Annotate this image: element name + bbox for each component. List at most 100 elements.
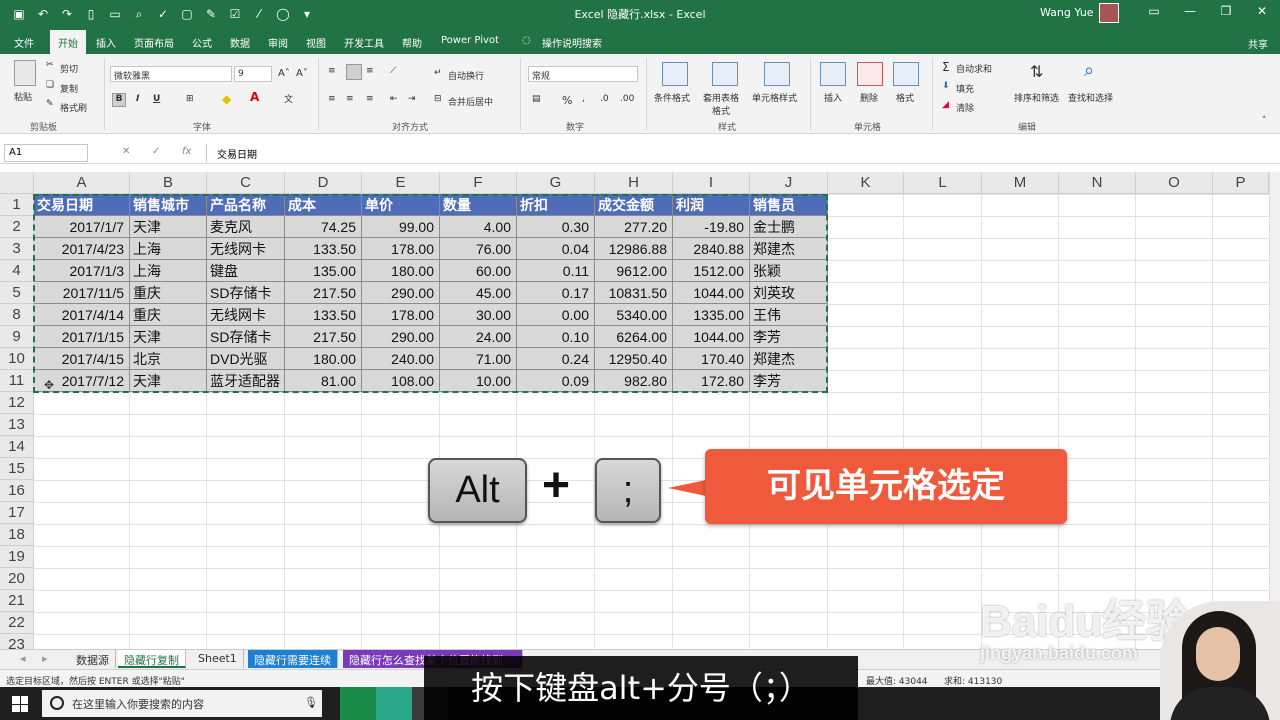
align-middle-icon[interactable] [346, 64, 362, 80]
paste-icon[interactable] [14, 60, 36, 86]
row-header[interactable]: 8 [0, 304, 34, 326]
tab-developer[interactable]: 开发工具 [344, 35, 384, 50]
table-cell[interactable]: 2017/11/5 [34, 282, 130, 304]
taskbar-app-icon[interactable] [340, 687, 376, 720]
table-header-cell[interactable]: 成本 [285, 194, 362, 216]
table-cell[interactable]: 180.00 [362, 260, 440, 282]
table-cell[interactable]: 键盘 [207, 260, 285, 282]
table-cell[interactable]: 172.80 [673, 370, 750, 392]
table-cell[interactable]: 10.00 [440, 370, 517, 392]
delete-cells-button[interactable]: 删除 [860, 91, 878, 104]
table-cell[interactable]: 天津 [130, 216, 207, 238]
table-cell[interactable]: 240.00 [362, 348, 440, 370]
table-cell[interactable]: 0.11 [517, 260, 595, 282]
table-cell[interactable]: 重庆 [130, 304, 207, 326]
table-cell[interactable]: 0.17 [517, 282, 595, 304]
find-icon[interactable]: ⌕ [1084, 60, 1094, 81]
table-cell[interactable]: 982.80 [595, 370, 673, 392]
table-cell[interactable]: 上海 [130, 238, 207, 260]
sheet-tab[interactable]: Sheet1 [192, 650, 244, 668]
phonetic-icon[interactable]: 文 [284, 92, 293, 105]
table-cell[interactable]: 133.50 [285, 304, 362, 326]
table-header-cell[interactable]: 利润 [673, 194, 750, 216]
table-cell[interactable]: 217.50 [285, 326, 362, 348]
table-cell[interactable]: 180.00 [285, 348, 362, 370]
table-cell[interactable]: 2017/1/7 [34, 216, 130, 238]
table-cell[interactable]: 1512.00 [673, 260, 750, 282]
column-header[interactable]: I [673, 172, 750, 194]
table-cell[interactable]: 郑建杰 [750, 348, 828, 370]
shrink-font-icon[interactable]: A˅ [296, 68, 308, 79]
tab-help[interactable]: 帮助 [402, 35, 422, 50]
table-header-cell[interactable]: 单价 [362, 194, 440, 216]
column-header[interactable]: D [285, 172, 362, 194]
table-cell[interactable]: 24.00 [440, 326, 517, 348]
column-header[interactable]: K [828, 172, 904, 194]
table-cell[interactable]: 重庆 [130, 282, 207, 304]
windows-start-icon[interactable] [12, 696, 28, 712]
row-header[interactable]: 21 [0, 590, 34, 612]
conditional-format-button[interactable]: 条件格式 [654, 91, 690, 104]
insert-cells-icon[interactable] [820, 62, 846, 86]
column-header[interactable]: L [904, 172, 982, 194]
table-cell[interactable]: 郑建杰 [750, 238, 828, 260]
row-header[interactable]: 13 [0, 414, 34, 436]
close-icon[interactable]: ✕ [1244, 4, 1280, 18]
vertical-scrollbar[interactable] [1269, 172, 1280, 648]
table-cell[interactable]: 无线网卡 [207, 304, 285, 326]
row-header[interactable]: 15 [0, 458, 34, 480]
table-cell[interactable]: 217.50 [285, 282, 362, 304]
row-header[interactable]: 2 [0, 216, 34, 238]
table-cell[interactable]: 74.25 [285, 216, 362, 238]
restore-icon[interactable]: ❐ [1208, 4, 1244, 18]
delete-cells-icon[interactable] [857, 62, 883, 86]
table-cell[interactable]: 李芳 [750, 326, 828, 348]
table-cell[interactable]: 2840.88 [673, 238, 750, 260]
wrap-text-button[interactable]: 自动换行 [448, 69, 484, 82]
table-cell[interactable]: 45.00 [440, 282, 517, 304]
table-cell[interactable]: 12950.40 [595, 348, 673, 370]
column-header[interactable]: E [362, 172, 440, 194]
fill-down-icon[interactable]: ⬇ [942, 81, 950, 91]
tab-file[interactable]: 文件 [14, 35, 34, 50]
align-center-icon[interactable]: ≡ [346, 94, 354, 104]
row-header[interactable]: 20 [0, 568, 34, 590]
table-cell[interactable]: 99.00 [362, 216, 440, 238]
table-header-cell[interactable]: 数量 [440, 194, 517, 216]
fill-color-icon[interactable]: ◆ [222, 92, 231, 106]
table-cell[interactable]: 0.04 [517, 238, 595, 260]
row-header[interactable]: 17 [0, 502, 34, 524]
copy-button[interactable]: 复制 [60, 82, 78, 95]
table-cell[interactable]: 12986.88 [595, 238, 673, 260]
table-cell[interactable]: 4.00 [440, 216, 517, 238]
table-cell[interactable]: 0.24 [517, 348, 595, 370]
find-select-button[interactable]: 查找和选择 [1068, 91, 1113, 104]
format-painter-icon[interactable]: ✎ [46, 99, 54, 109]
table-cell[interactable]: 无线网卡 [207, 238, 285, 260]
table-cell[interactable]: 290.00 [362, 282, 440, 304]
column-header[interactable]: B [130, 172, 207, 194]
table-cell[interactable]: 蓝牙适配器 [207, 370, 285, 392]
percent-button[interactable]: % [562, 94, 572, 107]
table-cell[interactable]: 60.00 [440, 260, 517, 282]
table-cell[interactable]: DVD光驱 [207, 348, 285, 370]
table-cell[interactable]: 0.00 [517, 304, 595, 326]
table-cell[interactable]: 135.00 [285, 260, 362, 282]
taskbar-search[interactable]: 在这里输入你要搜索的内容 🎙 [42, 690, 322, 717]
tab-view[interactable]: 视图 [306, 35, 326, 50]
microphone-icon[interactable]: 🎙 [304, 696, 318, 709]
font-size-select[interactable]: 9 [234, 66, 272, 82]
avatar[interactable] [1099, 3, 1119, 23]
ribbon-display-icon[interactable]: ▭ [1136, 4, 1172, 18]
accounting-icon[interactable]: ▤ [532, 94, 541, 104]
table-cell[interactable]: 30.00 [440, 304, 517, 326]
cell-styles-icon[interactable] [764, 62, 790, 86]
select-all-corner[interactable] [0, 172, 34, 194]
column-header[interactable]: G [517, 172, 595, 194]
align-top-icon[interactable]: ≡ [328, 66, 336, 76]
row-header[interactable]: 5 [0, 282, 34, 304]
table-cell[interactable]: 金士鹏 [750, 216, 828, 238]
tab-data[interactable]: 数据 [230, 35, 250, 50]
column-header[interactable]: A [34, 172, 130, 194]
paste-button[interactable]: 粘贴 [14, 90, 32, 103]
